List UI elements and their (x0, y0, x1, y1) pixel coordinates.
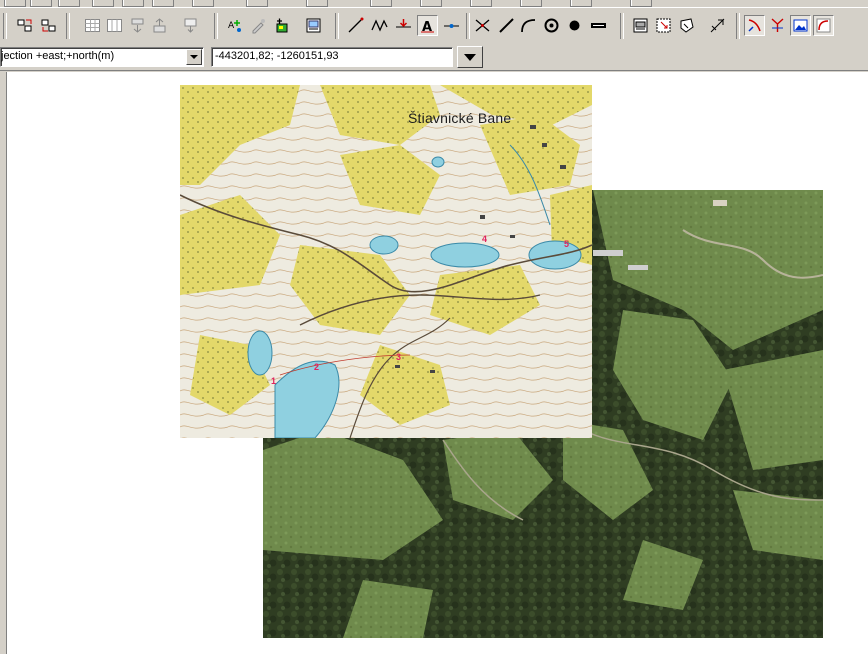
coordinate-toolbar: jection +east;+north(m) -443201,82; -126… (0, 44, 868, 71)
move-down-icon[interactable] (38, 15, 59, 36)
toolbar-top-button[interactable] (192, 0, 214, 7)
control-point-label[interactable]: 1 (271, 376, 276, 386)
toolbar-top-button[interactable] (58, 0, 80, 7)
control-point-label[interactable]: 4 (482, 234, 487, 244)
layer-props-icon[interactable] (630, 15, 651, 36)
coordinates-dropdown-button[interactable] (457, 46, 483, 68)
select-icon[interactable] (653, 15, 674, 36)
add-layer-icon[interactable] (271, 15, 292, 36)
move-up-icon[interactable] (14, 15, 35, 36)
dot-icon[interactable] (564, 15, 585, 36)
projection-select[interactable]: jection +east;+north(m) (0, 47, 204, 67)
toolbar-top-button[interactable] (306, 0, 328, 7)
segment-icon[interactable] (496, 15, 517, 36)
image-icon[interactable] (790, 15, 811, 36)
toolbar-top-button[interactable] (122, 0, 144, 7)
filter-icon[interactable] (149, 15, 170, 36)
cross-icon[interactable] (472, 15, 493, 36)
toolbar-top-button[interactable] (420, 0, 442, 7)
circle-icon[interactable] (541, 15, 562, 36)
cursor-coordinates-field[interactable]: -443201,82; -1260151,93 (211, 47, 453, 67)
toolbar-separator (620, 13, 624, 39)
toolbar-separator (66, 13, 70, 39)
text-icon[interactable]: A (417, 15, 438, 36)
control-point-label[interactable]: 5 (564, 239, 569, 249)
export-icon[interactable] (180, 15, 201, 36)
arrow-point-icon[interactable] (393, 15, 414, 36)
projection-value: jection +east;+north(m) (1, 50, 115, 62)
cursor-coordinates-value: -443201,82; -1260151,93 (215, 50, 339, 62)
toolbar-top-button[interactable] (30, 0, 52, 7)
arc-icon[interactable] (518, 15, 539, 36)
toolbar-top-button[interactable] (92, 0, 114, 7)
toolbar-top-button[interactable] (370, 0, 392, 7)
topographic-map-layer (180, 85, 592, 438)
add-point-icon[interactable]: A (225, 15, 246, 36)
toolbar-top-button[interactable] (152, 0, 174, 7)
toolbar-top-button[interactable] (570, 0, 592, 7)
control-point-label[interactable]: 2 (314, 362, 319, 372)
polyline-icon[interactable] (369, 15, 390, 36)
control-point-label[interactable]: 3 (396, 352, 401, 362)
map-canvas[interactable]: Štiavnické Bane 1 2 3 4 5 (6, 72, 868, 654)
toolbar-separator (466, 13, 470, 39)
toolbar-top-strip (0, 0, 868, 7)
toolbar-top-button[interactable] (630, 0, 652, 7)
toolbar-top-button[interactable] (520, 0, 542, 7)
line-icon[interactable] (345, 15, 366, 36)
branch-icon[interactable] (767, 15, 788, 36)
toolbar-separator (736, 13, 740, 39)
table-icon[interactable] (82, 15, 103, 36)
main-toolbar: A A (0, 7, 868, 45)
shape-icon[interactable] (676, 15, 697, 36)
edit-point-icon[interactable] (248, 15, 269, 36)
bar-icon[interactable] (588, 15, 609, 36)
sort-icon[interactable] (127, 15, 148, 36)
snap-icon[interactable] (707, 15, 728, 36)
node-icon[interactable] (441, 15, 462, 36)
chevron-down-icon[interactable] (186, 49, 202, 65)
svg-text:A: A (228, 21, 235, 31)
topo-place-label: Štiavnické Bane (408, 110, 512, 126)
table-columns-icon[interactable] (104, 15, 125, 36)
toolbar-separator (214, 13, 218, 39)
toolbar-top-button[interactable] (470, 0, 492, 7)
curve-icon[interactable] (813, 15, 834, 36)
toolbar-separator (335, 13, 339, 39)
toolbar-separator (3, 13, 7, 39)
properties-icon[interactable] (303, 15, 324, 36)
georef-icon[interactable] (744, 15, 765, 36)
toolbar-top-button[interactable] (246, 0, 268, 7)
toolbar-top-button[interactable] (4, 0, 26, 7)
